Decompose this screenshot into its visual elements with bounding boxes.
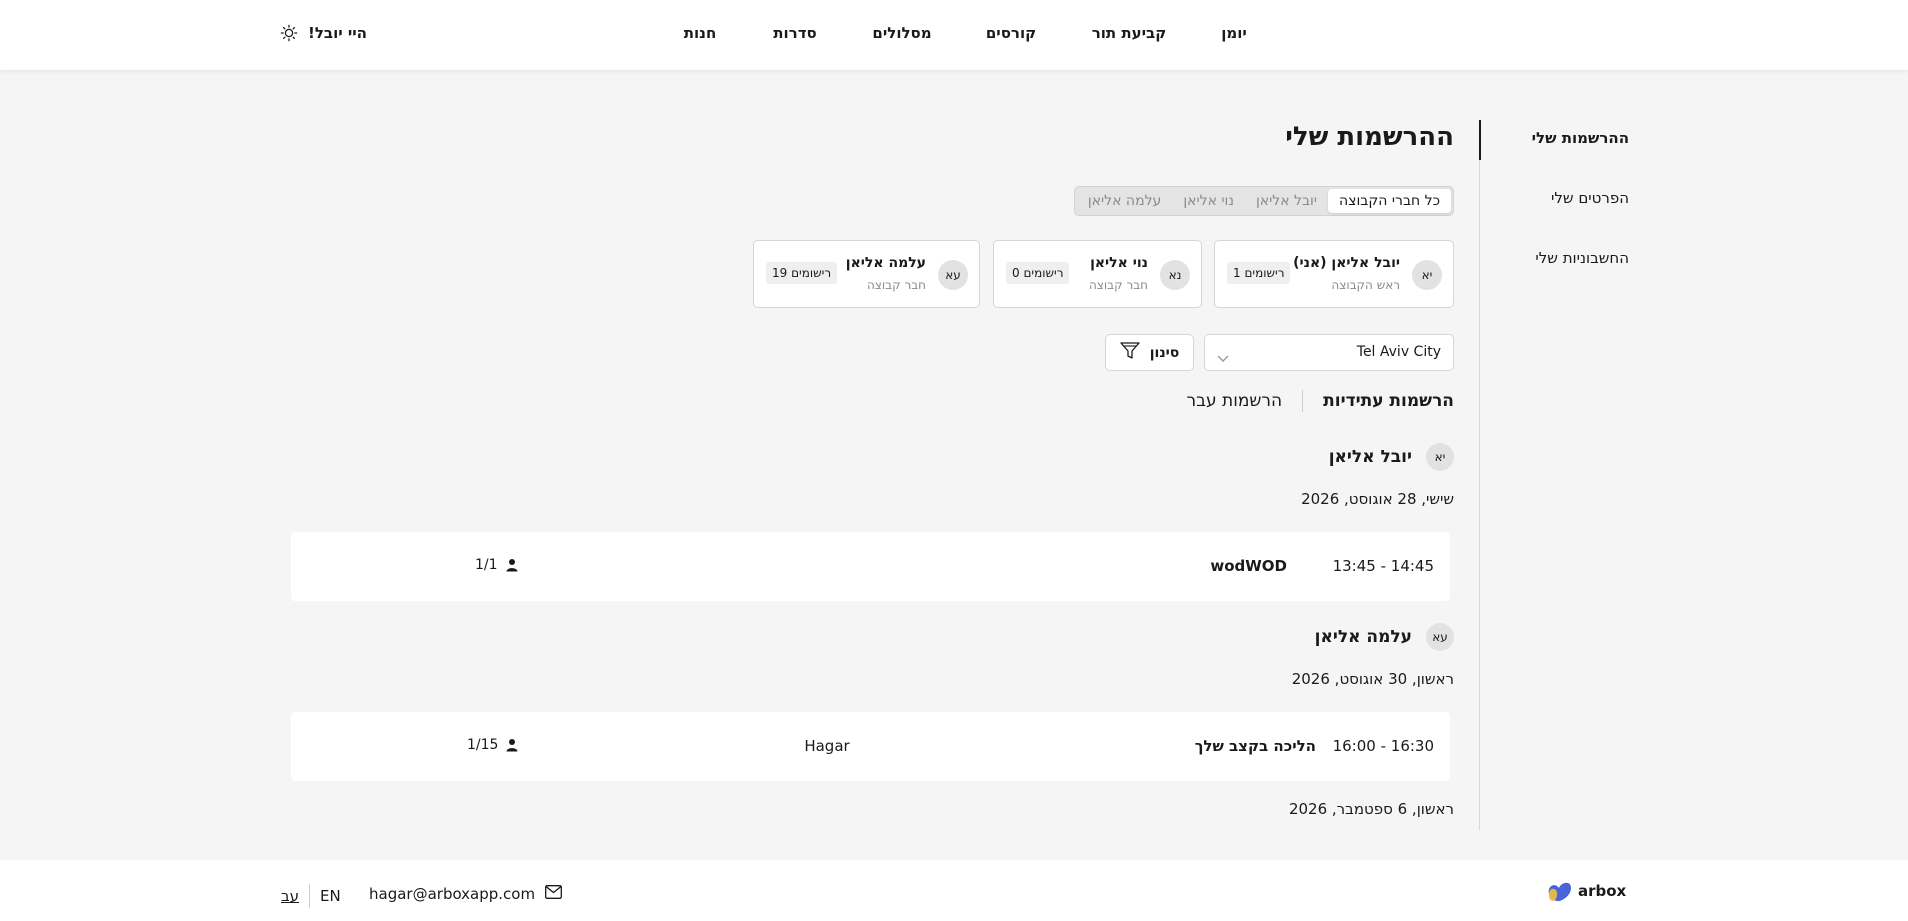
contact-email-text: hagar@arboxapp.com xyxy=(369,885,536,903)
person-icon xyxy=(506,739,518,752)
member-role: ראש הקבוצה xyxy=(1331,278,1400,292)
nav-item-shop[interactable]: חנות xyxy=(684,24,717,42)
capacity: 1/15 xyxy=(467,737,518,753)
nav-item-series[interactable]: סדרות xyxy=(773,24,816,42)
sidebar-item-my-details[interactable]: הפרטים שלי xyxy=(1551,189,1629,207)
registration-count-badge: 1 רישומים xyxy=(1227,262,1291,284)
greeting-area: היי יובל! xyxy=(280,24,367,42)
avatar: יא xyxy=(1412,260,1442,290)
tab-member-noy[interactable]: נוי אליאן xyxy=(1172,189,1245,213)
nav-item-diary[interactable]: יומן xyxy=(1221,24,1247,42)
location-select[interactable]: Tel Aviv City xyxy=(1204,334,1454,371)
date-heading: ראשון, 30 אוגוסט, 2026 xyxy=(1291,670,1454,688)
avatar: עא xyxy=(938,260,968,290)
member-name: נוי אליאן xyxy=(1090,255,1148,271)
sidebar-item-my-registrations[interactable]: ההרשמות שלי xyxy=(1532,129,1629,147)
nav-item-courses[interactable]: קורסים xyxy=(986,24,1036,42)
nav-item-tracks[interactable]: מסלולים xyxy=(872,24,931,42)
member-role: חבר קבוצה xyxy=(1088,278,1148,292)
member-name: יובל אליאן (אני) xyxy=(1293,255,1400,271)
language-english[interactable]: EN xyxy=(320,887,341,905)
chevron-down-icon xyxy=(1217,348,1229,362)
filter-label: סינון xyxy=(1149,344,1180,361)
tab-all-members[interactable]: כל חברי הקבוצה xyxy=(1328,189,1451,213)
view-tabs: הרשמות עתידיות הרשמות עבר xyxy=(1187,390,1454,412)
sidebar-item-my-invoices[interactable]: החשבוניות שלי xyxy=(1535,249,1629,267)
filter-icon xyxy=(1120,341,1140,364)
person-name: עלמה אליאן xyxy=(1314,627,1412,647)
contact-email[interactable]: hagar@arboxapp.com xyxy=(369,885,563,903)
date-heading: שישי, 28 אוגוסט, 2026 xyxy=(1301,490,1454,508)
avatar: נא xyxy=(1160,260,1190,290)
tab-member-alma[interactable]: עלמה אליאן xyxy=(1077,189,1172,213)
person-name: יובל אליאן xyxy=(1328,447,1412,467)
logo-text: arbox xyxy=(1578,882,1627,900)
nav-item-appointments[interactable]: קביעת תור xyxy=(1092,24,1167,42)
sidebar-active-indicator xyxy=(1479,120,1481,160)
location-value: Tel Aviv City xyxy=(1356,344,1441,360)
member-role: חבר קבוצה xyxy=(866,278,926,292)
registration-row[interactable]: 13:45 - 14:45 wodWOD 1/1 xyxy=(291,532,1450,601)
language-divider xyxy=(309,884,310,908)
coach-name: Hagar xyxy=(804,737,850,755)
class-name: הליכה בקצב שלך xyxy=(1194,737,1316,755)
class-time: 13:45 - 14:45 xyxy=(1332,557,1434,575)
mail-icon xyxy=(545,885,563,903)
member-tabs: כל חברי הקבוצה יובל אליאן נוי אליאן עלמה… xyxy=(1073,186,1454,216)
person-header: עא עלמה אליאן xyxy=(1315,623,1454,651)
tab-member-yuval[interactable]: יובל אליאן xyxy=(1245,189,1328,213)
registration-count-badge: 19 רישומים xyxy=(766,262,838,284)
member-name: עלמה אליאן xyxy=(845,255,926,271)
capacity-value: 1/15 xyxy=(467,737,499,753)
person-icon xyxy=(506,559,518,572)
footer: עב EN hagar@arboxapp.com arbox xyxy=(0,860,1908,921)
member-card[interactable]: נא נוי אליאן חבר קבוצה 0 רישומים xyxy=(993,240,1202,308)
tab-future-registrations[interactable]: הרשמות עתידיות xyxy=(1323,391,1454,411)
avatar: יא xyxy=(1426,443,1454,471)
capacity-value: 1/1 xyxy=(475,557,498,573)
person-header: יא יובל אליאן xyxy=(1329,443,1454,471)
tab-past-registrations[interactable]: הרשמות עבר xyxy=(1187,391,1283,411)
filter-button[interactable]: סינון xyxy=(1105,334,1194,371)
date-heading: ראשון, 6 ספטמבר, 2026 xyxy=(1288,800,1454,818)
member-card[interactable]: עא עלמה אליאן חבר קבוצה 19 רישומים xyxy=(753,240,980,308)
class-name: wodWOD xyxy=(1210,557,1287,575)
tab-divider xyxy=(1302,390,1304,412)
arbox-logo: arbox xyxy=(1545,874,1626,908)
sidebar: ההרשמות שלי הפרטים שלי החשבוניות שלי xyxy=(1479,120,1629,830)
capacity: 1/1 xyxy=(475,557,518,573)
arbox-logo-icon xyxy=(1545,874,1575,908)
sun-icon[interactable] xyxy=(280,24,298,42)
avatar: עא xyxy=(1426,623,1454,651)
class-time: 16:00 - 16:30 xyxy=(1332,737,1434,755)
greeting-text: היי יובל! xyxy=(308,24,367,42)
registration-count-badge: 0 רישומים xyxy=(1006,262,1070,284)
language-hebrew[interactable]: עב xyxy=(281,887,299,905)
top-nav: היי יובל! יומן קביעת תור קורסים מסלולים … xyxy=(0,0,1908,70)
member-card[interactable]: יא יובל אליאן (אני) ראש הקבוצה 1 רישומים xyxy=(1214,240,1454,308)
registration-row[interactable]: 16:00 - 16:30 הליכה בקצב שלך Hagar 1/15 xyxy=(291,712,1450,781)
page-title: ההרשמות שלי xyxy=(1285,122,1454,152)
